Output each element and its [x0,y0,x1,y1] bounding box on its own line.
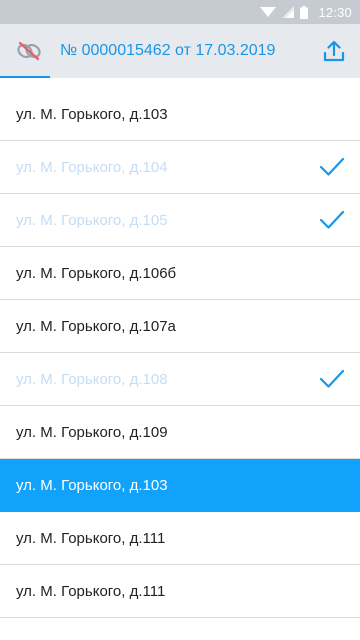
list-item-label: ул. М. Горького, д.104 [16,158,168,176]
app-icon-button[interactable] [0,24,58,78]
page-title: № 0000015462 от 17.03.2019 [60,42,276,59]
signal-icon [282,6,295,18]
list-item[interactable]: ул. М. Горького, д.104 [0,141,360,194]
app-bar: № 0000015462 от 17.03.2019 [0,24,360,78]
list-item[interactable]: ул. М. Горького, д.107а [0,300,360,353]
list-item-label: ул. М. Горького, д.111 [16,582,166,600]
list-item-label: ул. М. Горького, д.105 [16,211,168,229]
check-icon [320,210,344,229]
list-item[interactable]: ул. М. Горького, д.105 [0,194,360,247]
list-item[interactable]: ул. М. Горького, д.106б [0,247,360,300]
list-item-label: ул. М. Горького, д.106б [16,264,177,282]
list-item[interactable]: ул. М. Горького, д.103 [0,88,360,141]
active-indicator [0,76,50,78]
battery-icon [300,5,309,19]
chain-link-icon [17,41,41,61]
status-time: 12:30 [318,4,352,20]
list-item-label: ул. М. Горького, д.103 [16,105,168,123]
wifi-icon [260,7,277,17]
upload-icon [323,40,345,62]
list-item-label: ул. М. Горького, д.109 [16,423,168,441]
upload-button[interactable] [308,24,360,78]
check-icon [320,157,344,176]
status-bar: 12:30 [0,0,360,24]
address-list: ул. М. Горького, д.103 ул. М. Горького, д… [0,88,360,618]
check-icon [320,369,344,388]
list-item[interactable]: ул. М. Горького, д.109 [0,406,360,459]
list-item-label: ул. М. Горького, д.111 [16,529,166,547]
list-item[interactable]: ул. М. Горького, д.108 [0,353,360,406]
list-item[interactable]: ул. М. Горького, д.111 [0,565,360,618]
list-item[interactable]: ул. М. Горького, д.103 [0,459,360,512]
list-item[interactable]: ул. М. Горького, д.111 [0,512,360,565]
list-item-label: ул. М. Горького, д.103 [16,476,168,494]
list-item-label: ул. М. Горького, д.107а [16,317,176,335]
list-item-label: ул. М. Горького, д.108 [16,370,168,388]
